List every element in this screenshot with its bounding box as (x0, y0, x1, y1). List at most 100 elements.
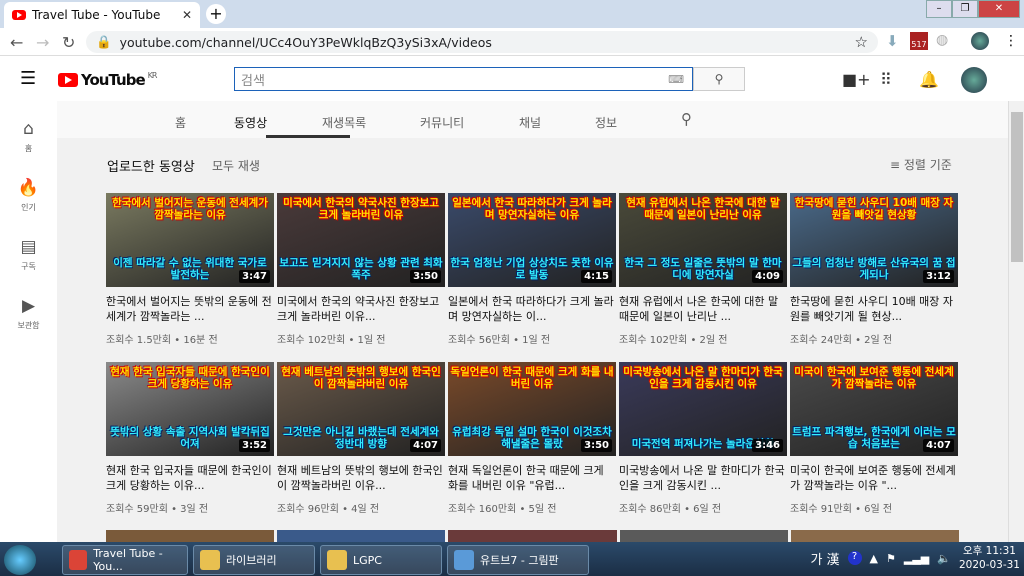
play-all-button[interactable]: 모두 재생 (212, 157, 260, 174)
video-thumbnail[interactable]: 미국방송에서 나온 말 한마디가 한국인을 크게 감동시킨 이유 미국전역 퍼져나… (619, 362, 787, 456)
fire-icon: 🔥 (17, 178, 40, 198)
channel-search-icon[interactable]: ⚲ (681, 110, 692, 128)
thumbnail-caption-top: 한국땅에 묻힌 사우디 10배 매장 자원을 빼앗길 현상황 (794, 197, 954, 221)
taskbar-item[interactable]: LGPC (320, 545, 442, 575)
search-button[interactable]: ⚲ (693, 67, 745, 91)
video-thumbnail[interactable]: 미국에서 한국의 약국사진 한장보고 크게 놀라버린 이유 보고도 믿겨지지 않는… (277, 193, 445, 287)
scrollbar[interactable] (1008, 101, 1024, 542)
video-title[interactable]: 현재 유럽에서 나온 한국에 대한 말 때문에 일본이 난리난 ... (619, 294, 787, 324)
video-card[interactable]: 현재 한국 입국자들 때문에 한국인이 크게 당황하는 이유 뜻밖의 상황 속출 … (106, 362, 274, 515)
sidebar-item[interactable]: ⌂ 홈 (0, 119, 57, 154)
account-avatar[interactable] (961, 67, 987, 93)
video-thumbnail[interactable]: 미국이 한국에 보여준 행동에 전세계가 깜짝놀라는 이유 트럼프 파격행보, 한… (790, 362, 958, 456)
video-thumbnail[interactable]: 현재 한국 입국자들 때문에 한국인이 크게 당황하는 이유 뜻밖의 상황 속출 … (106, 362, 274, 456)
video-card[interactable]: 현재 유럽에서 나온 한국에 대한 말 때문에 일본이 난리난 이유 한국 그 정… (619, 193, 787, 346)
sort-button[interactable]: ≡ 정렬 기준 (890, 156, 952, 173)
minimize-button[interactable]: – (926, 0, 952, 18)
video-thumbnail[interactable]: 일본에서 한국 따라하다가 크게 놀라며 망연자실하는 이유 한국 엄청난 기업 … (448, 193, 616, 287)
tab-1[interactable]: 동영상 (234, 114, 267, 131)
url-input[interactable]: 🔒 youtube.com/channel/UCc4OuY3PeWklqBzQ3y… (86, 31, 878, 53)
reload-icon[interactable]: ↻ (62, 33, 75, 52)
search-input[interactable]: 검색 ⌨ (234, 67, 693, 91)
video-meta: 조회수 56만회 • 1일 전 (448, 335, 551, 346)
download-icon[interactable]: ⬇ (886, 32, 899, 50)
ime-indicator[interactable]: 가 漢 (810, 549, 839, 568)
video-title[interactable]: 현재 한국 입국자들 때문에 한국인이 크게 당황하는 이유... (106, 463, 274, 493)
video-duration: 4:07 (410, 439, 441, 452)
video-card[interactable]: 한국땅에 묻힌 사우디 10배 매장 자원을 빼앗길 현상황 그들의 엄청난 방해… (790, 193, 958, 346)
video-thumbnail[interactable] (619, 530, 788, 542)
forward-icon[interactable]: → (36, 33, 49, 52)
menu-icon[interactable]: ⋮ (1004, 33, 1018, 49)
globe-icon[interactable]: ◍ (936, 32, 948, 48)
taskbar-item-label: 라이브러리 (226, 554, 277, 567)
video-thumbnail[interactable] (448, 530, 617, 542)
video-card[interactable]: 일본에서 한국 따라하다가 크게 놀라며 망연자실하는 이유 한국 엄청난 기업 … (448, 193, 616, 346)
video-thumbnail[interactable]: 현재 유럽에서 나온 한국에 대한 말 때문에 일본이 난리난 이유 한국 그 정… (619, 193, 787, 287)
new-tab-button[interactable]: + (206, 4, 226, 24)
video-card[interactable]: 한국에서 벌어지는 운동에 전세계가 깜짝놀라는 이유 이젠 따라갈 수 없는 위… (106, 193, 274, 346)
window-controls: – ❐ ✕ (926, 0, 1020, 18)
extension-badge[interactable]: 517 (910, 32, 928, 50)
video-title[interactable]: 일본에서 한국 따라하다가 크게 놀라며 망연자실하는 이... (448, 294, 616, 324)
sidebar-item[interactable]: ▶ 보관함 (0, 296, 57, 331)
video-thumbnail[interactable] (277, 530, 446, 542)
tab-3[interactable]: 커뮤니티 (420, 114, 464, 131)
notifications-bell-icon[interactable]: 🔔 (919, 70, 939, 89)
video-meta: 조회수 24만회 • 2일 전 (790, 335, 893, 346)
taskbar-item[interactable]: 유트브7 - 그림판 (447, 545, 589, 575)
scrollbar-thumb[interactable] (1011, 112, 1023, 262)
video-card[interactable]: 미국이 한국에 보여준 행동에 전세계가 깜짝놀라는 이유 트럼프 파격행보, 한… (790, 362, 958, 515)
bookmark-star-icon[interactable]: ☆ (855, 33, 868, 51)
video-thumbnail[interactable] (790, 530, 960, 542)
taskbar-item[interactable]: Travel Tube - You... (62, 545, 188, 575)
video-thumbnail[interactable]: 현재 베트남의 뜻밖의 행보에 한국인이 깜짝놀라버린 이유 그것만은 아니길 바… (277, 362, 445, 456)
tab-2[interactable]: 재생목록 (322, 114, 366, 131)
video-title[interactable]: 미국방송에서 나온 말 한마디가 한국인을 크게 감동시킨 ... (619, 463, 787, 493)
video-thumbnail[interactable] (106, 530, 275, 542)
video-card[interactable]: 독일언론이 한국 때문에 크게 화를 내버린 이유 유럽최강 독일 설마 한국이 … (448, 362, 616, 515)
close-window-button[interactable]: ✕ (978, 0, 1020, 18)
close-tab-icon[interactable]: ✕ (182, 8, 192, 22)
video-thumbnail[interactable]: 한국땅에 묻힌 사우디 10배 매장 자원을 빼앗길 현상황 그들의 엄청난 방해… (790, 193, 958, 287)
hamburger-menu-icon[interactable]: ☰ (20, 68, 36, 89)
taskbar-item[interactable]: 라이브러리 (193, 545, 315, 575)
show-hidden-icons[interactable]: ▲ (870, 552, 878, 565)
video-title[interactable]: 미국에서 한국의 약국사진 한장보고 크게 놀라버린 이유... (277, 294, 445, 324)
video-duration: 4:09 (752, 270, 783, 283)
video-title[interactable]: 미국이 한국에 보여준 행동에 전세계가 깜짝놀라는 이유 "... (790, 463, 958, 493)
video-title[interactable]: 한국에서 벌어지는 뜻밖의 운동에 전세계가 깜짝놀라는 ... (106, 294, 274, 324)
video-title[interactable]: 현재 독일언론이 한국 때문에 크게 화를 내버린 이유 "유럽... (448, 463, 616, 493)
clock[interactable]: 오후 11:31 2020-03-31 (959, 544, 1020, 572)
action-center-flag-icon[interactable]: ⚑ (886, 552, 896, 565)
apps-grid-icon[interactable]: ⠿ (880, 70, 892, 89)
video-title[interactable]: 한국땅에 묻힌 사우디 10배 매장 자원를 빼앗기게 될 현상... (790, 294, 958, 324)
tab-5[interactable]: 정보 (595, 114, 617, 131)
video-card[interactable]: 현재 베트남의 뜻밖의 행보에 한국인이 깜짝놀라버린 이유 그것만은 아니길 바… (277, 362, 445, 515)
tab-0[interactable]: 홈 (175, 114, 186, 131)
sidebar: ⌂ 홈 🔥 인기 ▤ 구독 ▶ 보관함 (0, 101, 57, 542)
video-title[interactable]: 현재 베트남의 뜻밖의 행보에 한국인이 깜짝놀라버린 이유... (277, 463, 445, 493)
sidebar-item[interactable]: ▤ 구독 (0, 237, 57, 272)
profile-avatar[interactable] (971, 32, 989, 50)
browser-tab[interactable]: Travel Tube - YouTube ✕ (4, 2, 200, 28)
keyboard-icon[interactable]: ⌨ (668, 73, 684, 86)
volume-icon[interactable]: 🔈 (937, 552, 951, 565)
video-thumbnail[interactable]: 독일언론이 한국 때문에 크게 화를 내버린 이유 유럽최강 독일 설마 한국이 … (448, 362, 616, 456)
channel-tabs: ⚲ 홈 동영상 재생목록 커뮤니티 채널 정보 (57, 101, 1008, 138)
video-card[interactable]: 미국방송에서 나온 말 한마디가 한국인을 크게 감동시킨 이유 미국전역 퍼져나… (619, 362, 787, 515)
video-thumbnail[interactable]: 한국에서 벌어지는 운동에 전세계가 깜짝놀라는 이유 이젠 따라갈 수 없는 위… (106, 193, 274, 287)
video-card[interactable]: 미국에서 한국의 약국사진 한장보고 크게 놀라버린 이유 보고도 믿겨지지 않는… (277, 193, 445, 346)
tab-4[interactable]: 채널 (519, 114, 541, 131)
start-button[interactable] (4, 545, 36, 575)
sidebar-item[interactable]: 🔥 인기 (0, 178, 57, 213)
logo-text: YouTube (81, 71, 146, 89)
video-duration: 3:46 (752, 439, 783, 452)
help-icon[interactable]: ? (847, 551, 862, 565)
back-icon[interactable]: ← (10, 33, 23, 52)
network-icon[interactable]: ▂▃▅ (904, 552, 929, 565)
maximize-button[interactable]: ❐ (952, 0, 978, 18)
youtube-logo[interactable]: YouTube KR (58, 71, 157, 89)
create-video-icon[interactable]: ■+ (842, 70, 871, 89)
sidebar-item-label: 인기 (21, 203, 36, 212)
